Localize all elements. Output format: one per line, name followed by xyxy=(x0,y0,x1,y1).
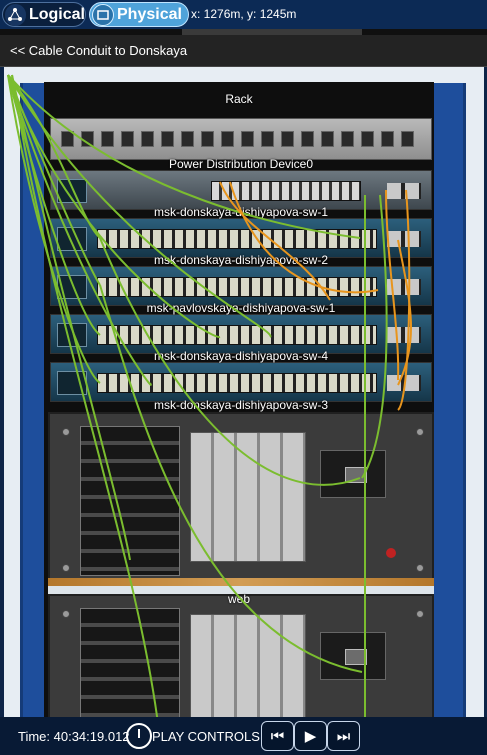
server-drive-bays xyxy=(190,432,306,562)
server-nic-card[interactable] xyxy=(345,467,367,483)
logical-view-icon xyxy=(5,3,26,26)
bottom-status-bar: Time: 40:34:19.012 PLAY CONTROLS: ⏮ ▶ ⏭ xyxy=(0,717,487,755)
simulation-time: Time: 40:34:19.012 xyxy=(18,729,130,744)
switch-brand-plate xyxy=(57,323,87,347)
switch-brand-plate xyxy=(57,227,87,251)
patch-port[interactable] xyxy=(281,131,294,147)
patch-port[interactable] xyxy=(61,131,74,147)
switch-label: msk-pavlovskaya-dishiyapova-sw-1 xyxy=(146,301,336,315)
power-distribution-device[interactable] xyxy=(50,170,432,210)
pdu-uplink-ports xyxy=(387,183,421,199)
patch-port[interactable] xyxy=(401,131,414,147)
coordinates-readout: x: 1276m, y: 1245m xyxy=(191,7,297,21)
switch-brand-plate xyxy=(57,275,87,299)
patch-port[interactable] xyxy=(381,131,394,147)
power-led-icon xyxy=(386,548,396,558)
timer-icon[interactable] xyxy=(126,723,152,749)
back-button[interactable]: ⏮ xyxy=(261,721,294,751)
tab-logical-label: Logical xyxy=(28,5,85,23)
top-toolbar: Logical Physical x: 1276m, y: 1245m xyxy=(0,0,487,30)
switch-donskaya-sw4[interactable] xyxy=(50,362,432,402)
pdu-outlets xyxy=(211,181,361,201)
patch-port[interactable] xyxy=(161,131,174,147)
patch-port[interactable] xyxy=(321,131,334,147)
physical-view-icon xyxy=(92,3,114,26)
physical-workspace-window: Logical Physical x: 1276m, y: 1245m << C… xyxy=(0,0,487,755)
breadcrumb-back-link[interactable]: << Cable Conduit to Donskaya xyxy=(10,43,187,58)
switch-label: msk-donskaya-dishiyapova-sw-3 xyxy=(153,398,329,412)
screw-icon xyxy=(416,428,424,436)
switch-uplinks xyxy=(387,327,421,343)
patch-port[interactable] xyxy=(121,131,134,147)
server-nic-slot xyxy=(320,450,386,498)
play-controls-label: PLAY CONTROLS: xyxy=(152,729,264,744)
play-button[interactable]: ▶ xyxy=(294,721,327,751)
switch-uplinks xyxy=(387,279,421,295)
switch-uplinks xyxy=(387,231,421,247)
patch-panel[interactable] xyxy=(50,118,432,160)
rack-rail xyxy=(48,578,434,586)
forward-button[interactable]: ⏭ xyxy=(327,721,360,751)
rack-title: Rack xyxy=(225,92,253,106)
screw-icon xyxy=(416,564,424,572)
tab-physical[interactable]: Physical xyxy=(89,2,189,27)
tab-logical[interactable]: Logical xyxy=(2,2,86,27)
switch-brand-plate xyxy=(57,371,87,395)
switch-donskaya-sw1[interactable] xyxy=(50,218,432,258)
switch-ports xyxy=(97,229,377,249)
switch-ports xyxy=(97,373,377,393)
switch-donskaya-sw2[interactable] xyxy=(50,266,432,306)
patch-port[interactable] xyxy=(341,131,354,147)
patch-port[interactable] xyxy=(81,131,94,147)
back-icon: ⏮ xyxy=(270,727,285,745)
server-nic-card[interactable] xyxy=(345,649,367,665)
server-1[interactable] xyxy=(48,412,434,590)
patch-port[interactable] xyxy=(101,131,114,147)
switch-label: msk-donskaya-dishiyapova-sw-4 xyxy=(153,349,329,363)
patch-port[interactable] xyxy=(301,131,314,147)
patch-port[interactable] xyxy=(141,131,154,147)
patch-port[interactable] xyxy=(241,131,254,147)
server-web-label: web xyxy=(227,592,250,606)
forward-icon: ⏭ xyxy=(336,727,351,745)
switch-label: msk-donskaya-dishiyapova-sw-1 xyxy=(153,205,329,219)
breadcrumb[interactable]: << Cable Conduit to Donskaya xyxy=(0,35,487,67)
screw-icon xyxy=(62,428,70,436)
server-nic-slot xyxy=(320,632,386,680)
pdu-brand-plate xyxy=(57,179,87,203)
pdu-label: Power Distribution Device0 xyxy=(168,157,314,171)
server-blade-bay xyxy=(80,426,180,576)
switch-ports xyxy=(97,277,377,297)
patch-port[interactable] xyxy=(221,131,234,147)
screw-icon xyxy=(416,610,424,618)
screw-icon xyxy=(62,610,70,618)
screw-icon xyxy=(62,564,70,572)
patch-port[interactable] xyxy=(181,131,194,147)
patch-port[interactable] xyxy=(261,131,274,147)
patch-port[interactable] xyxy=(201,131,214,147)
switch-ports xyxy=(97,325,377,345)
patch-port[interactable] xyxy=(361,131,374,147)
tab-physical-label: Physical xyxy=(117,5,182,23)
switch-uplinks xyxy=(387,375,421,391)
switch-pavlovskaya-sw1[interactable] xyxy=(50,314,432,354)
switch-label: msk-donskaya-dishiyapova-sw-2 xyxy=(153,253,329,267)
play-icon: ▶ xyxy=(304,728,317,745)
